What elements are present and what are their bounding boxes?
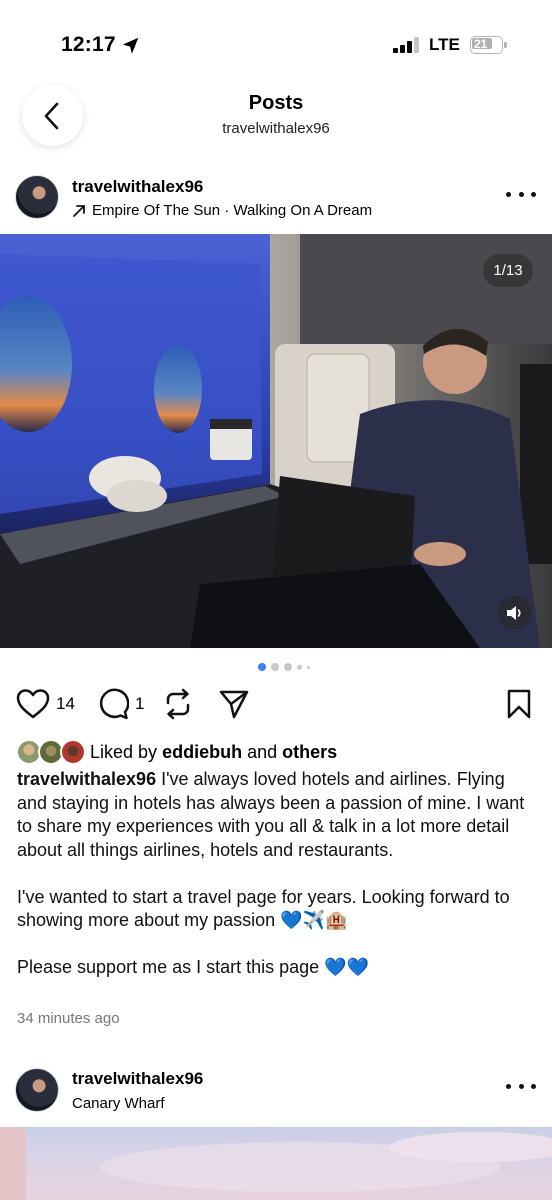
battery-level: 21 — [474, 37, 488, 51]
caption-paragraph-3: Please support me as I start this page 💙… — [17, 957, 369, 977]
liked-by-others[interactable]: others — [282, 742, 337, 762]
comment-icon — [99, 688, 129, 720]
post-timestamp: 34 minutes ago — [17, 1010, 120, 1027]
repost-button[interactable] — [163, 688, 193, 720]
page-subtitle: travelwithalex96 — [222, 120, 330, 137]
post-location[interactable]: Canary Wharf — [72, 1095, 165, 1112]
bookmark-button[interactable] — [506, 688, 532, 720]
post-actions: 14 1 — [0, 688, 552, 724]
signal-icon — [393, 37, 419, 53]
carousel-dots — [258, 663, 310, 671]
repost-icon — [166, 688, 190, 720]
status-bar: 12:17 LTE 21 — [0, 0, 552, 90]
avatar[interactable] — [15, 175, 59, 219]
post-caption: travelwithalex96 I've always loved hotel… — [17, 768, 537, 1003]
photo-image — [0, 1127, 552, 1200]
liker-avatars — [16, 739, 88, 765]
avatar[interactable] — [15, 1068, 59, 1112]
post-author[interactable]: travelwithalex96 — [72, 1069, 203, 1089]
music-arrow-icon — [73, 204, 85, 217]
music-label: Empire Of The Sun · Walking On A Dream — [92, 202, 373, 219]
post-header: travelwithalex96 Empire Of The Sun · Wal… — [0, 170, 552, 230]
share-icon — [219, 690, 249, 719]
liked-by-row[interactable]: Liked by eddiebuh and others — [16, 738, 337, 766]
more-options-button[interactable] — [506, 1076, 536, 1096]
page-title: Posts — [248, 92, 304, 114]
image-counter: 1/13 — [483, 254, 533, 287]
post-photo[interactable] — [0, 1127, 552, 1200]
post-header: travelwithalex96 Canary Wharf — [0, 1062, 552, 1122]
status-time: 12:17 — [61, 33, 116, 56]
comment-button[interactable]: 1 — [97, 688, 144, 720]
sound-icon — [506, 605, 521, 620]
caption-username[interactable]: travelwithalex96 — [17, 769, 156, 789]
caption-paragraph-2: I've wanted to start a travel page for y… — [17, 886, 510, 931]
likes-count: 14 — [56, 694, 75, 713]
post-author[interactable]: travelwithalex96 — [72, 177, 203, 197]
liked-by-text: Liked by eddiebuh and others — [90, 741, 338, 762]
carousel-dot — [297, 664, 302, 670]
music-info[interactable]: Empire Of The Sun · Walking On A Dream — [72, 202, 372, 219]
carousel-dot — [284, 663, 292, 671]
heart-icon — [16, 689, 50, 719]
more-options-button[interactable] — [506, 184, 536, 204]
carousel-dot — [307, 665, 310, 669]
location-arrow-icon — [122, 37, 139, 54]
liked-by-user[interactable]: eddiebuh — [162, 742, 242, 762]
share-button[interactable] — [218, 688, 250, 720]
photo-image — [0, 234, 552, 648]
like-button[interactable]: 14 — [16, 688, 75, 720]
bookmark-icon — [507, 689, 531, 719]
more-icon — [506, 1083, 511, 1089]
comments-count: 1 — [135, 694, 145, 713]
more-icon — [506, 191, 511, 197]
sound-button[interactable] — [498, 596, 531, 629]
carousel-dot-active — [258, 663, 266, 671]
network-label: LTE — [429, 35, 460, 54]
carousel-dot — [271, 663, 279, 671]
post-photo[interactable] — [0, 234, 552, 648]
avatar — [60, 739, 86, 765]
battery-icon: 21 — [470, 36, 508, 54]
